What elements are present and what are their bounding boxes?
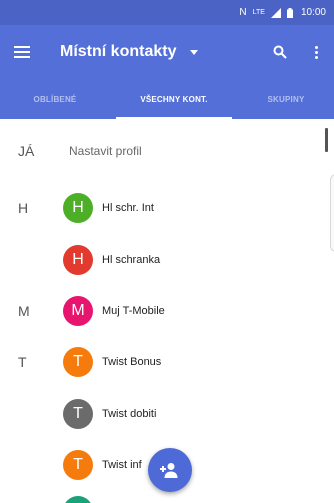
contact-name: Muj T-Mobile [102, 305, 165, 317]
more-vert-icon [314, 45, 318, 59]
set-profile-label: Nastavit profil [69, 144, 142, 158]
menu-button[interactable] [0, 25, 44, 79]
battery-icon [286, 7, 293, 18]
contact-avatar: T [63, 450, 93, 480]
chevron-down-icon[interactable] [190, 49, 199, 55]
section-letter: T [18, 354, 27, 370]
app-bar: Místní kontakty [0, 25, 334, 79]
contact-avatar: T [63, 347, 93, 377]
add-contact-icon [160, 463, 178, 478]
status-nfc-indicator: N [239, 6, 247, 18]
tab-all-contacts[interactable]: VŠECHNY KONT. [110, 79, 238, 119]
contact-name: Hl schr. Int [102, 202, 154, 214]
contact-avatar: H [63, 193, 93, 223]
scrollbar[interactable] [325, 128, 328, 152]
status-time: 10:00 [300, 7, 326, 18]
add-contact-button[interactable] [148, 448, 192, 492]
contact-avatar: H [63, 245, 93, 275]
contact-row[interactable]: H H Hl schr. Int [0, 182, 334, 234]
signal-icon [270, 7, 281, 18]
contact-name: Twist inf [102, 459, 142, 471]
account-title[interactable]: Místní kontakty [60, 43, 176, 61]
contact-name: Twist Bonus [102, 356, 162, 368]
contact-row[interactable]: T Twist dobiti [0, 388, 334, 440]
section-letter: M [18, 303, 30, 319]
status-network-label: LTE [252, 9, 265, 16]
contact-name: Hl schranka [102, 254, 161, 266]
contact-avatar: T [63, 399, 93, 429]
tab-groups[interactable]: SKUPINY [238, 79, 334, 119]
tab-favorites[interactable]: OBLÍBENÉ [0, 79, 110, 119]
profile-row[interactable]: JÁ Nastavit profil [0, 125, 334, 177]
contact-name: Twist dobiti [102, 408, 157, 420]
tab-bar: OBLÍBENÉ VŠECHNY KONT. SKUPINY [0, 79, 334, 119]
contact-row[interactable]: H Hl schranka [0, 234, 334, 286]
status-bar: N LTE 10:00 [0, 0, 334, 25]
section-letter: JÁ [18, 143, 35, 159]
more-options-button[interactable] [298, 25, 334, 79]
contact-row[interactable]: M M Muj T-Mobile [0, 285, 334, 337]
contact-row[interactable]: T T Twist Bonus [0, 336, 334, 388]
contact-avatar: M [63, 296, 93, 326]
contact-list[interactable]: JÁ Nastavit profil H H Hl schr. Int H Hl… [0, 119, 334, 503]
search-icon [273, 45, 287, 59]
section-letter: H [18, 200, 29, 216]
edge-panel-handle[interactable] [330, 174, 334, 252]
search-button[interactable] [262, 25, 298, 79]
app-bar-actions [262, 25, 334, 79]
menu-icon [14, 46, 30, 58]
